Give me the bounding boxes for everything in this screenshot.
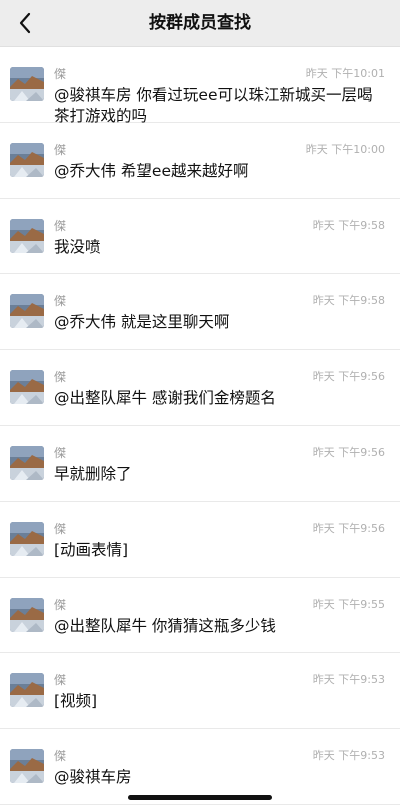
avatar-image [10, 521, 44, 556]
avatar[interactable] [10, 597, 44, 632]
avatar-image [10, 294, 44, 329]
avatar[interactable] [10, 370, 44, 405]
avatar-image [10, 370, 44, 405]
avatar-image [10, 67, 44, 101]
avatar[interactable] [10, 749, 44, 784]
message-row[interactable]: 傑 昨天 下午9:53 @骏祺车房 [0, 729, 400, 805]
sender-name: 傑 [54, 445, 67, 460]
message-text: [视频] [54, 692, 98, 711]
avatar[interactable] [10, 67, 44, 101]
message-row[interactable]: 傑 昨天 下午9:58 @乔大伟 就是这里聊天啊 [0, 274, 400, 351]
avatar-image [10, 218, 44, 253]
sender-name: 傑 [54, 294, 67, 309]
message-row[interactable]: 傑 昨天 下午9:55 @出整队犀牛 你猜猜这瓶多少钱 [0, 578, 400, 654]
message-row[interactable]: 傑 昨天 下午9:56 早就删除了 [0, 426, 400, 502]
avatar[interactable] [10, 445, 44, 480]
sender-name: 傑 [54, 749, 67, 764]
top-bar: 按群成员查找 [0, 0, 400, 47]
avatar[interactable] [10, 142, 44, 177]
message-text: @乔大伟 希望ee越来越好啊 [54, 161, 249, 180]
message-text: 我没喷 [54, 237, 101, 256]
message-row[interactable]: 傑 昨天 下午10:01 @骏祺车房 你看过玩ee可以珠江新城买一层喝茶打游戏的… [0, 47, 400, 125]
page-title: 按群成员查找 [149, 13, 251, 33]
message-row[interactable]: 傑 昨天 下午9:56 [动画表情] [0, 502, 400, 578]
message-text: @出整队犀牛 感谢我们金榜题名 [54, 389, 276, 408]
avatar-image [10, 445, 44, 480]
avatar-image [10, 673, 44, 708]
message-time: 昨天 下午9:56 [312, 370, 385, 384]
sender-name: 傑 [54, 142, 67, 157]
sender-name: 傑 [54, 521, 67, 536]
message-text: @乔大伟 就是这里聊天啊 [54, 313, 230, 332]
sender-name: 傑 [54, 673, 67, 688]
message-time: 昨天 下午9:53 [312, 673, 385, 687]
avatar[interactable] [10, 294, 44, 329]
message-text: @骏祺车房 你看过玩ee可以珠江新城买一层喝茶打游戏的吗 [54, 86, 373, 125]
message-time: 昨天 下午9:56 [312, 445, 385, 459]
message-text: @骏祺车房 [54, 768, 132, 787]
message-time: 昨天 下午9:58 [312, 218, 385, 232]
message-time: 昨天 下午9:56 [312, 521, 385, 535]
sender-name: 傑 [54, 218, 67, 233]
message-row[interactable]: 傑 昨天 下午9:56 @出整队犀牛 感谢我们金榜题名 [0, 350, 400, 426]
message-row[interactable]: 傑 昨天 下午9:53 [视频] [0, 653, 400, 730]
message-list: 傑 昨天 下午10:01 @骏祺车房 你看过玩ee可以珠江新城买一层喝茶打游戏的… [0, 47, 400, 805]
message-text: [动画表情] [54, 540, 129, 559]
avatar-image [10, 142, 44, 177]
avatar[interactable] [10, 218, 44, 253]
avatar-image [10, 749, 44, 784]
message-time: 昨天 下午10:00 [305, 142, 385, 156]
sender-name: 傑 [54, 67, 67, 81]
avatar[interactable] [10, 521, 44, 556]
message-row[interactable]: 傑 昨天 下午10:00 @乔大伟 希望ee越来越好啊 [0, 123, 400, 199]
message-time: 昨天 下午9:55 [312, 597, 385, 611]
sender-name: 傑 [54, 597, 67, 612]
avatar-image [10, 597, 44, 632]
message-text: @出整队犀牛 你猜猜这瓶多少钱 [54, 616, 276, 635]
sender-name: 傑 [54, 370, 67, 385]
message-time: 昨天 下午9:53 [312, 749, 385, 763]
message-time: 昨天 下午9:58 [312, 294, 385, 308]
message-time: 昨天 下午10:01 [305, 67, 385, 80]
message-text: 早就删除了 [54, 464, 132, 483]
home-indicator [128, 795, 272, 800]
avatar[interactable] [10, 673, 44, 708]
message-row[interactable]: 傑 昨天 下午9:58 我没喷 [0, 199, 400, 275]
